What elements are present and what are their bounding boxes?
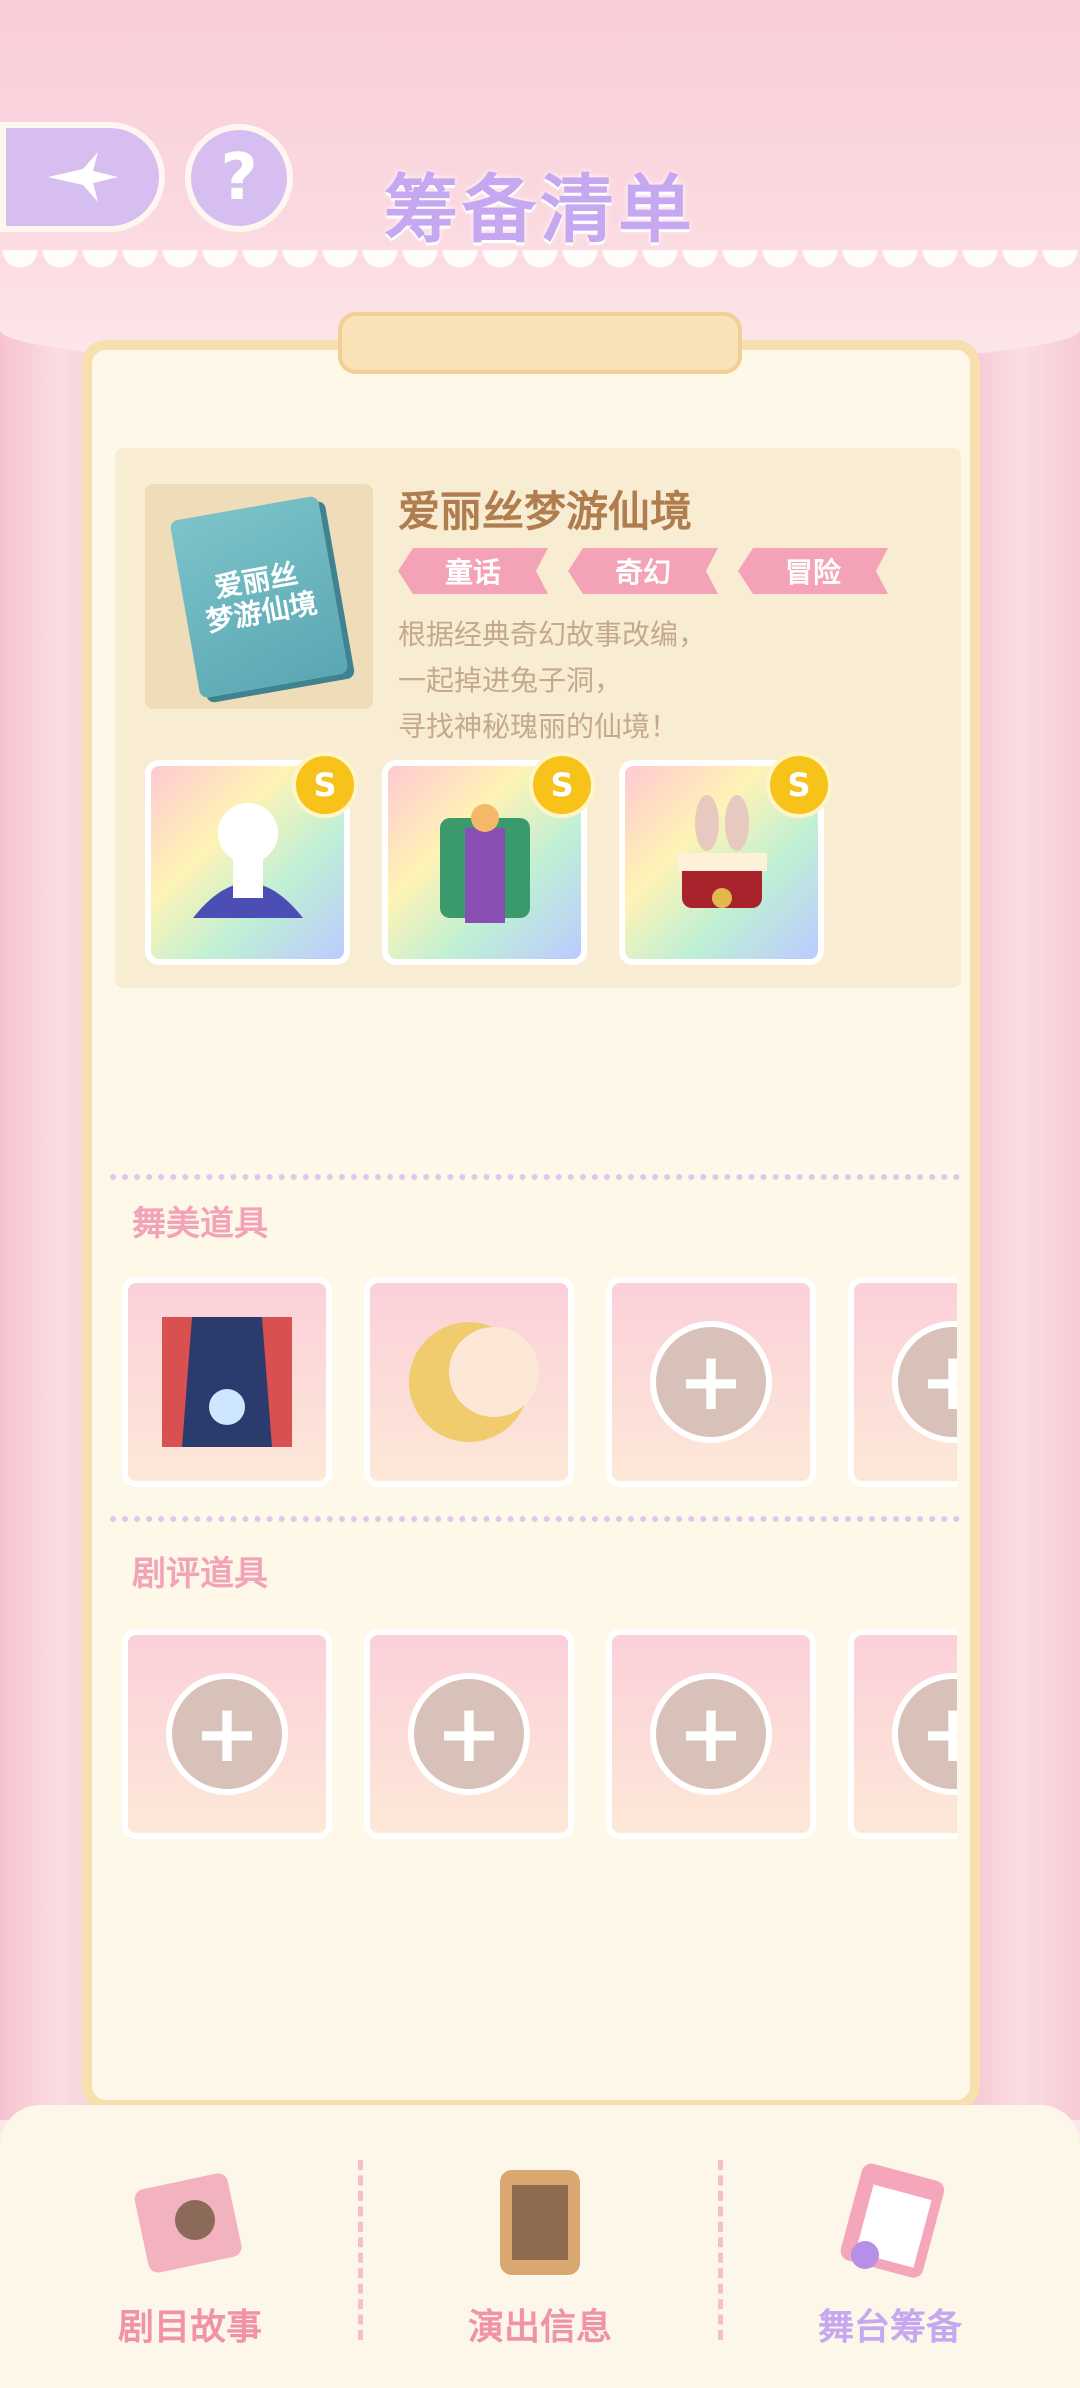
genre-tag: 童话 <box>398 548 548 594</box>
outfit-card-rabbit-hat[interactable]: S <box>619 752 832 965</box>
nav-label: 剧目故事 <box>117 2307 262 2348</box>
help-button[interactable]: ? <box>185 124 293 232</box>
stage-props-label: 舞美道具 <box>132 1204 268 1244</box>
description-line: 根据经典奇幻故事改编， <box>398 618 707 651</box>
add-icon: + <box>650 1673 772 1795</box>
script-cover-frame[interactable]: 爱丽丝 梦游仙境 <box>145 484 373 709</box>
info-board-icon <box>475 2160 605 2280</box>
nav-label: 舞台筹备 <box>817 2307 962 2348</box>
add-icon: + <box>408 1673 530 1795</box>
description-line: 寻找神秘瑰丽的仙境！ <box>398 710 679 743</box>
genre-tag: 奇幻 <box>568 548 718 594</box>
add-icon: + <box>892 1321 957 1443</box>
panel-tab-decoration <box>338 312 742 374</box>
green-suit-outfit-icon <box>439 803 530 923</box>
add-icon: + <box>650 1321 772 1443</box>
stage-prop-slot[interactable] <box>122 1277 332 1487</box>
rank-badge: S <box>292 752 358 818</box>
outfit-card-blue-dress[interactable]: S <box>145 752 358 965</box>
nav-label: 演出信息 <box>467 2307 612 2348</box>
section-divider <box>110 1174 960 1180</box>
blue-dress-outfit-icon <box>192 802 303 918</box>
nav-divider <box>358 2160 363 2340</box>
sparkle-back-icon <box>47 152 118 202</box>
storybook-icon <box>125 2160 255 2280</box>
rabbit-hat-outfit-icon <box>676 794 767 908</box>
add-icon: + <box>166 1673 288 1795</box>
script-cover-book: 爱丽丝 梦游仙境 <box>169 494 349 699</box>
review-prop-slot-empty[interactable]: + <box>848 1629 957 1839</box>
nav-item-stage-prep[interactable]: 舞台筹备 <box>740 2160 1040 2360</box>
rank-badge: S <box>529 752 595 818</box>
review-prop-slot-empty[interactable]: + <box>122 1629 332 1839</box>
nav-item-performance-info[interactable]: 演出信息 <box>390 2160 690 2360</box>
rank-badge: S <box>766 752 832 818</box>
review-prop-slot-empty[interactable]: + <box>364 1629 574 1839</box>
stage-prop-slot-empty[interactable]: + <box>606 1277 816 1487</box>
nav-divider <box>718 2160 723 2340</box>
stage-prop-slot[interactable] <box>364 1277 574 1487</box>
review-props-label: 剧评道具 <box>132 1554 268 1594</box>
section-divider <box>110 1516 960 1522</box>
nav-item-story[interactable]: 剧目故事 <box>40 2160 340 2360</box>
review-prop-slot-empty[interactable]: + <box>606 1629 816 1839</box>
help-icon: ? <box>220 141 258 215</box>
add-icon: + <box>892 1673 957 1795</box>
stage-prop-slot-empty[interactable]: + <box>848 1277 957 1487</box>
description-line: 一起掉进兔子洞， <box>398 664 623 697</box>
outfit-card-green-suit[interactable]: S <box>382 752 595 965</box>
stage-props-slots: + + <box>122 1277 957 1487</box>
review-props-slots: + + + + <box>122 1629 957 1839</box>
back-button[interactable] <box>0 122 165 232</box>
genre-tag: 冒险 <box>738 548 888 594</box>
script-title: 爱丽丝梦游仙境 <box>398 487 693 536</box>
moon-prop-icon <box>409 1322 539 1442</box>
clipboard-icon <box>825 2160 955 2280</box>
outfit-list: S S S <box>145 752 832 965</box>
stage-scene-prop-icon <box>162 1317 292 1447</box>
script-description: 根据经典奇幻故事改编， 一起掉进兔子洞， 寻找神秘瑰丽的仙境！ <box>398 612 706 750</box>
page-title: 筹备清单 <box>384 167 696 253</box>
genre-tags: 童话 奇幻 冒险 <box>398 548 888 594</box>
